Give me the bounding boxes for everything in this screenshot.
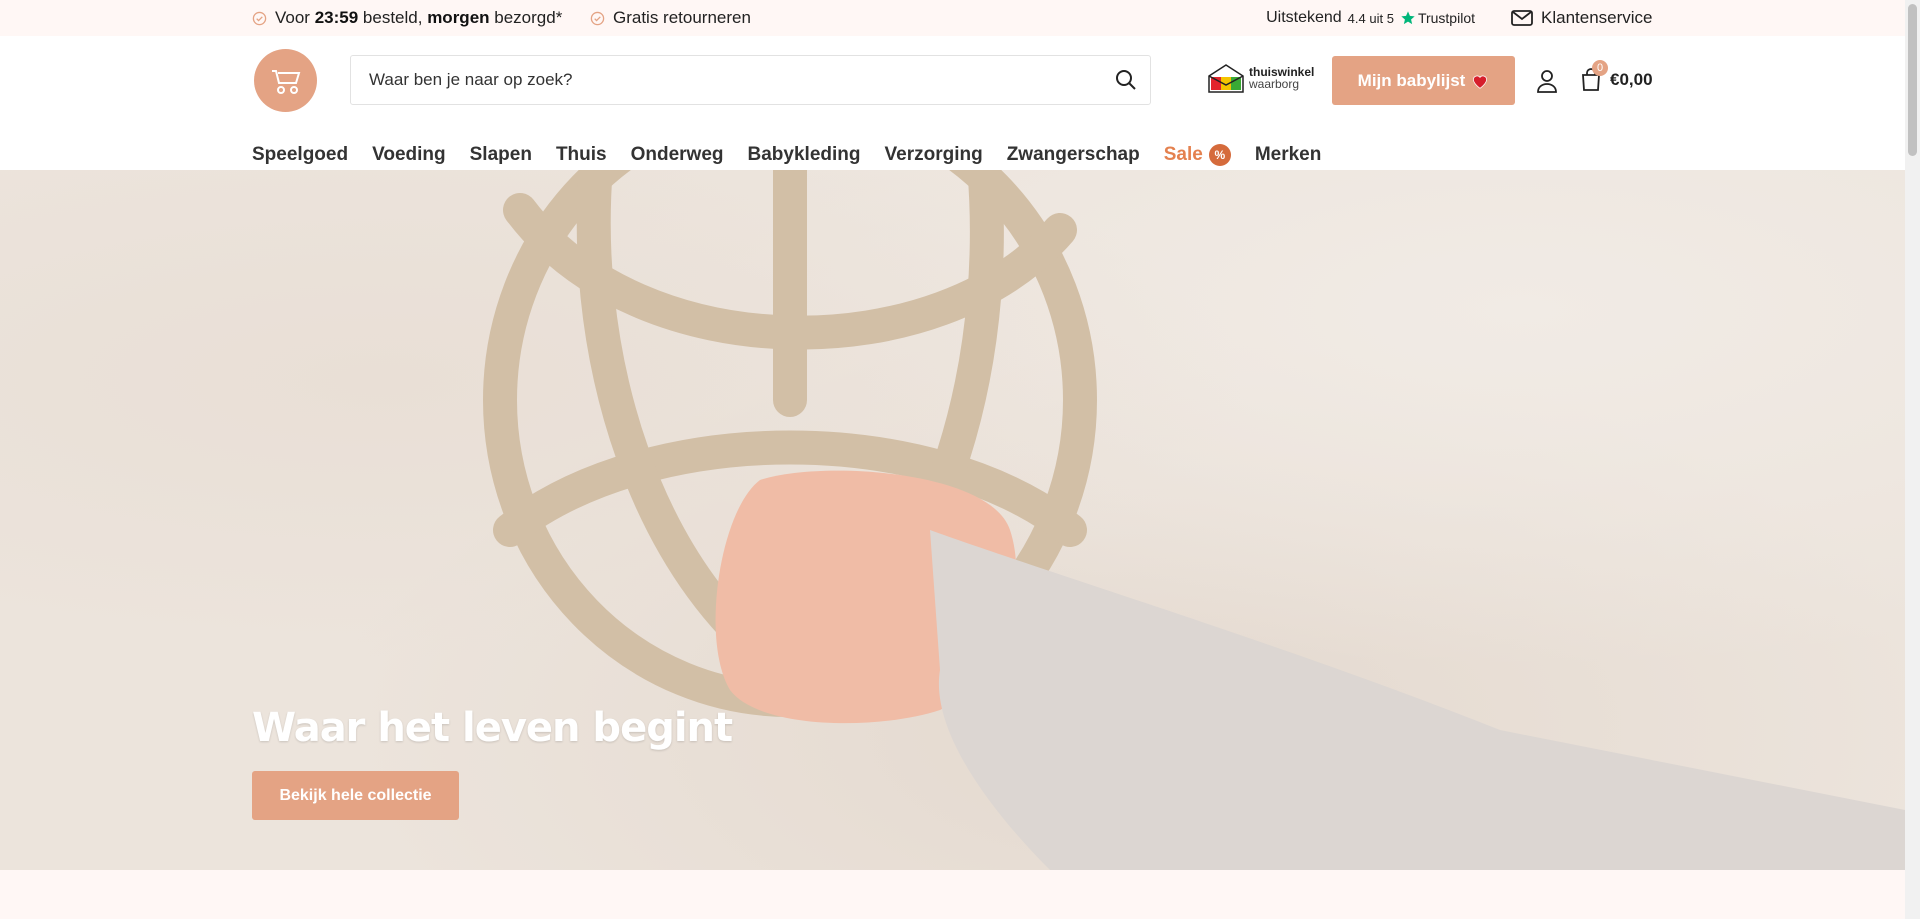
page-scrollbar[interactable]: [1905, 0, 1920, 919]
sale-percent-badge: %: [1208, 144, 1231, 166]
scrollbar-thumb[interactable]: [1908, 4, 1917, 156]
cart-button[interactable]: 0 €0,00: [1580, 60, 1653, 92]
check-circle-icon: [252, 11, 267, 25]
trust-score: 4.4 uit 5: [1347, 10, 1394, 26]
stroller-icon: [271, 69, 300, 94]
top-bar: Voor 23:59 besteld, morgen bezorgd* Grat…: [0, 0, 1905, 36]
nav-item-onderweg[interactable]: Onderweg: [631, 144, 724, 166]
view-collection-button[interactable]: Bekijk hele collectie: [252, 771, 459, 820]
account-icon[interactable]: [1536, 69, 1558, 98]
star-icon: [1401, 11, 1415, 25]
cart-count-badge: 0: [1592, 60, 1608, 76]
usp-delivery-text: Voor 23:59 besteld, morgen bezorgd*: [275, 8, 563, 27]
header: thuiswinkel waarborg Mijn babylijst 0 €0…: [0, 36, 1905, 171]
nav-item-voeding[interactable]: Voeding: [372, 144, 446, 166]
nav-item-thuis[interactable]: Thuis: [556, 144, 607, 166]
babylist-button[interactable]: Mijn babylijst: [1332, 56, 1515, 105]
usp-delivery: Voor 23:59 besteld, morgen bezorgd*: [252, 0, 562, 36]
trustpilot-logo: Trustpilot: [1400, 10, 1475, 26]
search-input[interactable]: [351, 56, 1102, 104]
main-navigation: Speelgoed Voeding Slapen Thuis Onderweg …: [252, 137, 1321, 173]
trustpilot-rating[interactable]: Uitstekend 4.4 uit 5 Trustpilot: [1266, 0, 1475, 36]
hero-image: [483, 170, 1905, 870]
nav-item-sale[interactable]: Sale %: [1164, 144, 1231, 166]
search-icon[interactable]: [1102, 69, 1150, 91]
heart-icon: [1473, 75, 1488, 89]
thuiswinkel-house-icon: [1208, 64, 1244, 93]
logo[interactable]: [254, 49, 317, 112]
trust-label: Uitstekend: [1266, 9, 1342, 26]
nav-item-speelgoed[interactable]: Speelgoed: [252, 144, 348, 166]
nav-item-verzorging[interactable]: Verzorging: [885, 144, 983, 166]
mail-icon: [1511, 10, 1533, 26]
usp-returns: Gratis retourneren: [590, 0, 751, 36]
check-circle-icon: [590, 11, 605, 25]
customer-service-link[interactable]: Klantenservice: [1511, 0, 1653, 36]
nav-item-babykleding[interactable]: Babykleding: [748, 144, 861, 166]
nav-item-slapen[interactable]: Slapen: [470, 144, 532, 166]
hero-title: Waar het leven begint: [252, 705, 733, 751]
cart-total: €0,00: [1610, 70, 1653, 89]
usp-returns-text: Gratis retourneren: [613, 8, 751, 27]
thuiswinkel-waarborg-logo[interactable]: thuiswinkel waarborg: [1207, 62, 1314, 94]
next-section: [0, 870, 1905, 919]
nav-item-merken[interactable]: Merken: [1255, 144, 1322, 166]
nav-item-zwangerschap[interactable]: Zwangerschap: [1007, 144, 1140, 166]
search-bar: [350, 55, 1151, 105]
hero-banner: Waar het leven begint Bekijk hele collec…: [0, 170, 1905, 870]
